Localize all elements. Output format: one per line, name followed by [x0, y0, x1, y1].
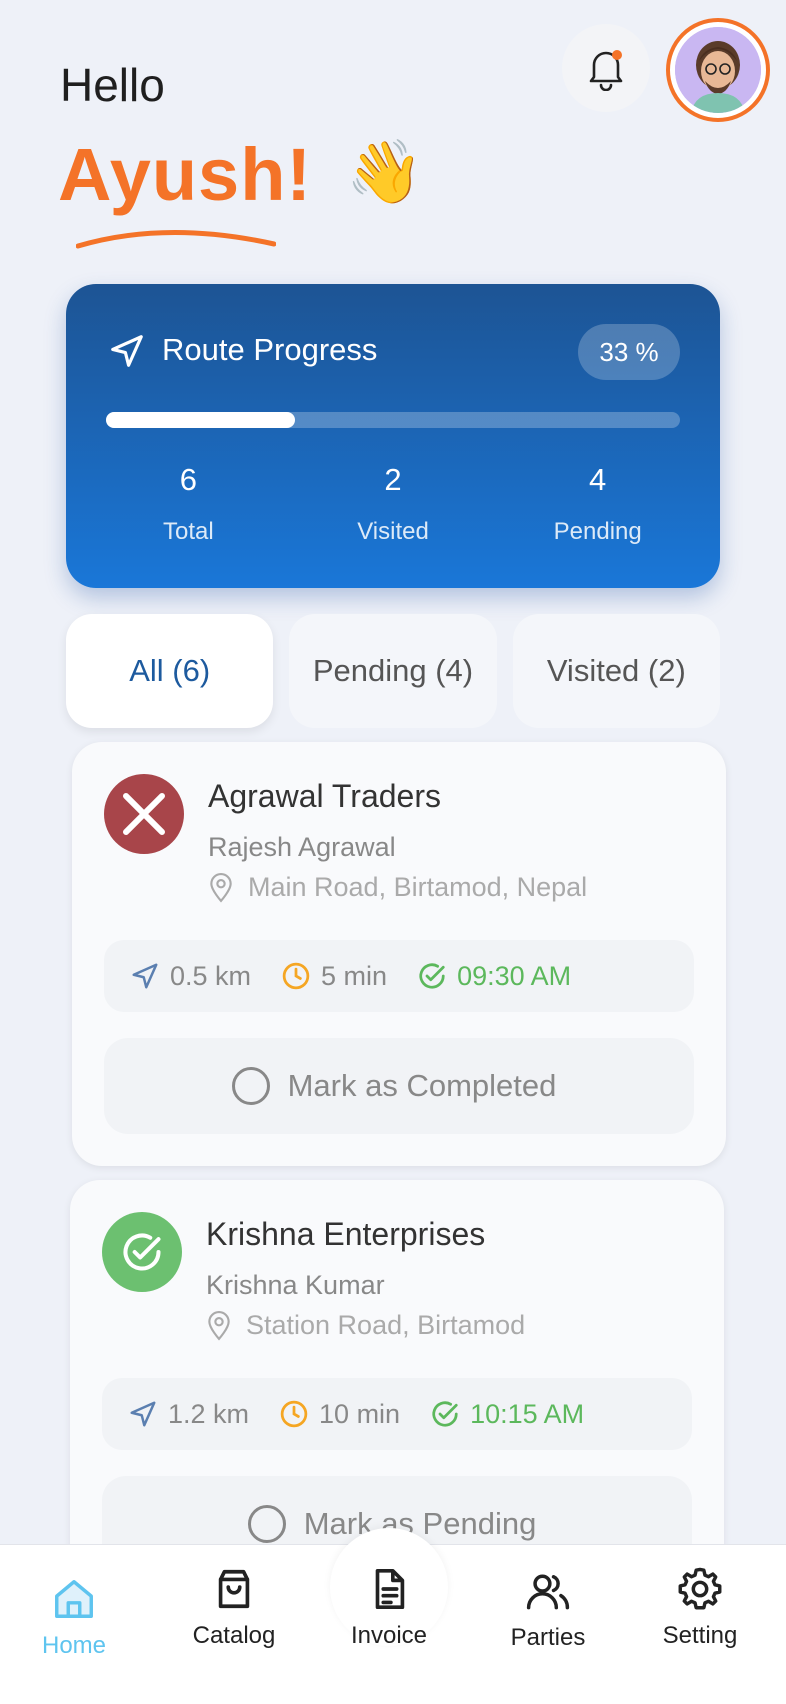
stat-value: 6 [179, 462, 197, 497]
stop-name: Agrawal Traders [208, 778, 441, 814]
stop-meta: 0.5 km 5 min 09:30 AM [104, 940, 694, 1012]
stop-address: Main Road, Birtamod, Nepal [208, 872, 587, 903]
stop-name: Krishna Enterprises [206, 1216, 486, 1252]
greeting-text: Hello [60, 59, 165, 111]
nav-setting[interactable]: Setting [640, 1566, 760, 1650]
progress-bar-track [106, 412, 680, 428]
tab-visited[interactable]: Visited (2) [512, 614, 720, 728]
stop-contact: Krishna Kumar [206, 1270, 385, 1300]
progress-percent-badge: 33 % [578, 324, 680, 380]
route-progress-title: Route Progress [162, 332, 378, 367]
stat-label: Total [162, 518, 214, 545]
check-circle-icon [419, 963, 445, 989]
nav-catalog[interactable]: Catalog [174, 1566, 294, 1650]
stop-card[interactable]: Agrawal Traders Rajesh Agrawal Main Road… [72, 742, 726, 1166]
clock-icon [282, 962, 310, 990]
navigation-icon [130, 1401, 156, 1427]
gear-icon [678, 1567, 722, 1610]
status-visited-icon [102, 1212, 182, 1292]
duration: 10 min [279, 1399, 400, 1430]
wave-emoji: 👋 [346, 138, 424, 207]
distance: 0.5 km [130, 961, 251, 992]
stop-address: Station Road, Birtamod [206, 1310, 525, 1341]
scheduled-time: 09:30 AM [417, 961, 571, 992]
mark-completed-button[interactable]: Mark as Completed [104, 1038, 694, 1134]
user-name: Ayush! [58, 133, 313, 216]
clock-icon [280, 1400, 308, 1428]
stop-contact: Rajesh Agrawal [208, 832, 396, 862]
nav-home[interactable]: Home [14, 1576, 134, 1660]
stat-visited: 2 Visited [291, 462, 496, 546]
status-pending-icon [104, 774, 184, 854]
progress-stats: 6 Total 2 Visited 4 Pending [66, 462, 720, 546]
stat-value: 2 [384, 462, 402, 497]
bag-icon [218, 1569, 250, 1609]
stat-total: 6 Total [66, 462, 291, 546]
user-name-row: Ayush! 👋 [58, 132, 423, 217]
radio-circle-icon [231, 1067, 270, 1105]
document-icon [375, 1568, 405, 1610]
duration: 5 min [281, 961, 387, 992]
navigation-icon [111, 335, 143, 367]
nav-parties[interactable]: Parties [488, 1568, 608, 1652]
bell-icon [589, 50, 623, 91]
stat-label: Pending [553, 518, 642, 545]
radio-circle-icon [247, 1505, 286, 1543]
location-pin-icon [210, 872, 232, 902]
distance: 1.2 km [128, 1399, 249, 1430]
navigation-icon [132, 963, 158, 989]
home-icon [55, 1580, 93, 1618]
stat-label: Visited [357, 518, 429, 545]
users-icon [526, 1574, 570, 1610]
nav-invoice[interactable]: Invoice [329, 1566, 449, 1650]
scheduled-time: 10:15 AM [430, 1399, 584, 1430]
notification-button[interactable] [562, 24, 650, 112]
route-progress-card: Route Progress 33 % 6 Total 2 Visited 4 … [66, 284, 720, 588]
check-circle-icon [432, 1401, 458, 1427]
filter-tabs: All (6) Pending (4) Visited (2) [66, 614, 720, 728]
tab-pending[interactable]: Pending (4) [289, 614, 497, 728]
stat-pending: 4 Pending [495, 462, 720, 546]
tab-all[interactable]: All (6) [66, 614, 274, 728]
stat-value: 4 [589, 462, 607, 497]
name-underline [76, 229, 276, 249]
progress-bar-fill [106, 412, 296, 428]
location-pin-icon [208, 1310, 230, 1340]
avatar[interactable] [666, 18, 770, 122]
stop-meta: 1.2 km 10 min 10:15 AM [102, 1378, 692, 1450]
